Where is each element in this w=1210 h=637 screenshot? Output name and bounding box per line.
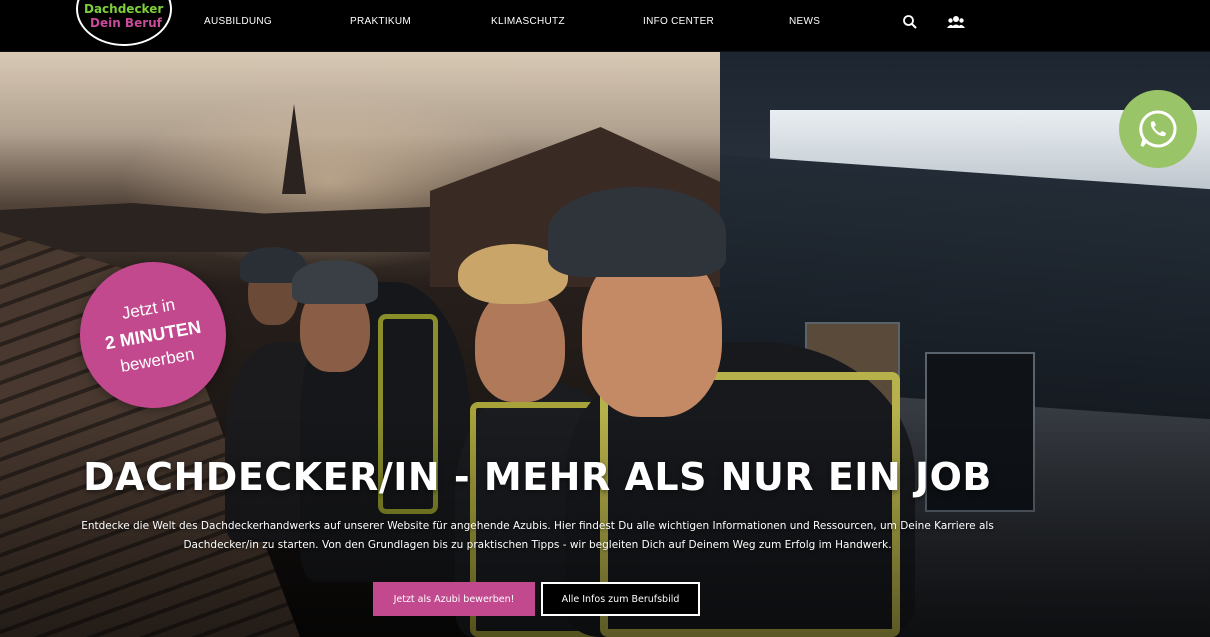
apply-now-button[interactable]: Jetzt als Azubi bewerben! xyxy=(373,582,535,616)
worker-cap xyxy=(548,187,726,277)
nav-item-news[interactable]: NEWS xyxy=(789,16,820,27)
top-navigation: Dachdecker Dein Beruf AUSBILDUNG PRAKTIK… xyxy=(0,0,1210,52)
search-icon[interactable] xyxy=(902,14,918,30)
hero-lead-line2: Dachdecker/in zu starten. Von den Grundl… xyxy=(183,539,892,551)
logo-text-line1[interactable]: Dachdecker xyxy=(84,2,163,16)
hero-lead-text: Entdecke die Welt des Dachdeckerhandwerk… xyxy=(70,517,1005,555)
hero-lead-line1: Entdecke die Welt des Dachdeckerhandwerk… xyxy=(81,520,994,532)
whatsapp-button[interactable] xyxy=(1119,90,1197,168)
nav-item-praktikum[interactable]: PRAKTIKUM xyxy=(350,16,411,27)
whatsapp-icon xyxy=(1139,110,1177,148)
logo-text-line2[interactable]: Dein Beruf xyxy=(90,16,162,30)
nav-item-klimaschutz[interactable]: KLIMASCHUTZ xyxy=(491,16,565,27)
badge-line1: Jetzt in xyxy=(120,294,177,324)
community-icon[interactable] xyxy=(947,14,965,30)
worker-cap xyxy=(292,260,378,304)
nav-item-ausbildung[interactable]: AUSBILDUNG xyxy=(204,16,272,27)
career-info-button[interactable]: Alle Infos zum Berufsbild xyxy=(541,582,700,616)
worker-face xyxy=(475,287,565,402)
nav-item-info-center[interactable]: INFO CENTER xyxy=(643,16,714,27)
hero-headline: DACHDECKER/IN - MEHR ALS NUR EIN JOB xyxy=(83,455,992,499)
